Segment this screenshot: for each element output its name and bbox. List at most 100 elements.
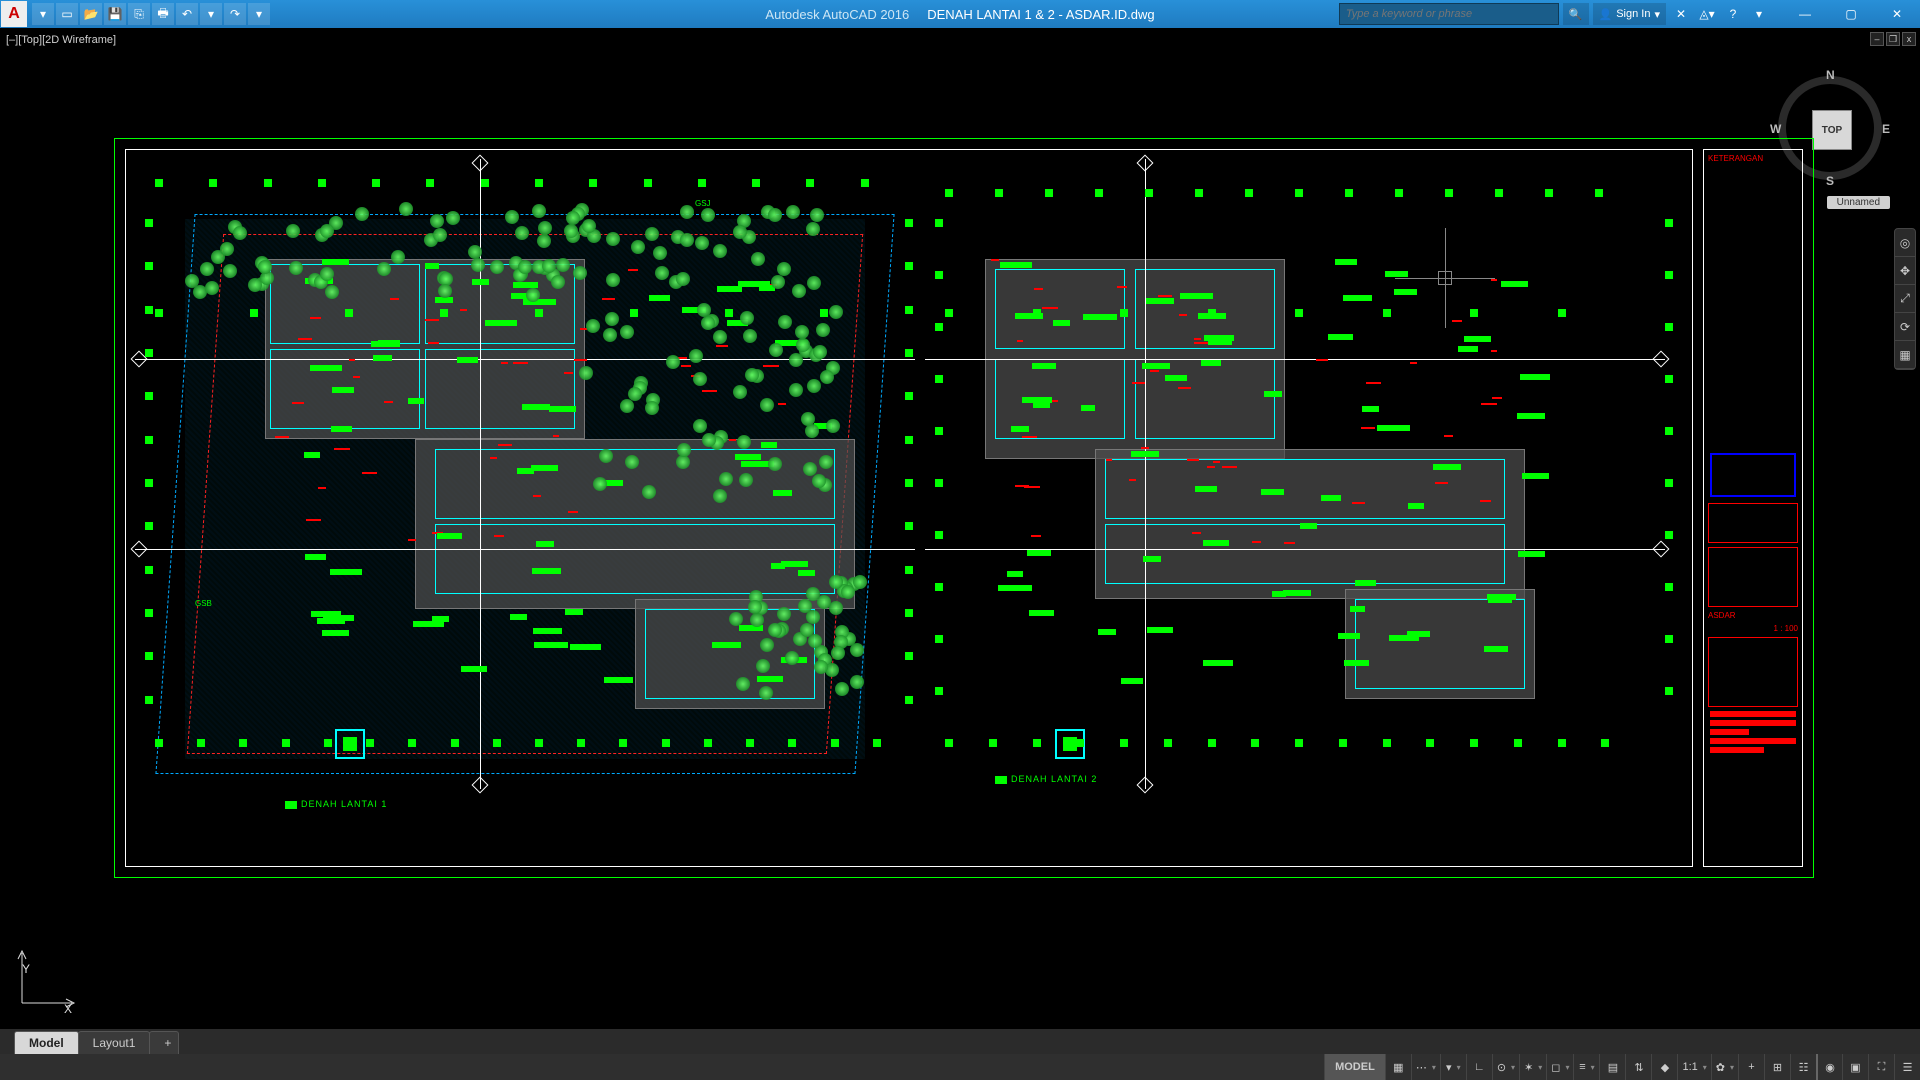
viewcube-south[interactable]: S <box>1826 174 1834 188</box>
furn-mark <box>408 398 424 404</box>
clean-screen-icon[interactable]: ⛶ <box>1868 1054 1894 1080</box>
status-model-button[interactable]: MODEL <box>1324 1054 1385 1080</box>
snap-mode-icon[interactable]: ⋯ <box>1411 1054 1440 1080</box>
dot-mark <box>1595 189 1603 197</box>
selection-cycling-icon[interactable]: ⇅ <box>1625 1054 1651 1080</box>
save-icon[interactable]: 💾 <box>104 3 126 25</box>
menu-dropdown-button[interactable]: ▾ <box>32 3 54 25</box>
red-mark <box>1031 535 1042 537</box>
red-mark <box>763 365 779 367</box>
ortho-icon[interactable]: ∟ <box>1466 1054 1492 1080</box>
tree-mark <box>579 366 593 380</box>
ortho-restrict-icon[interactable]: ▾ <box>1440 1054 1466 1080</box>
red-mark <box>681 365 692 367</box>
new-icon[interactable]: ▭ <box>56 3 78 25</box>
tab-model[interactable]: Model <box>14 1031 79 1054</box>
units-icon[interactable]: ⊞ <box>1764 1054 1790 1080</box>
dot-mark <box>145 392 153 400</box>
showmotion-icon[interactable]: ▦ <box>1895 341 1915 369</box>
saveas-icon[interactable]: ⎘ <box>128 3 150 25</box>
annotation-monitor-icon[interactable]: + <box>1738 1054 1764 1080</box>
transparency-icon[interactable]: ▤ <box>1599 1054 1625 1080</box>
red-mark <box>1492 397 1502 399</box>
open-icon[interactable]: 📂 <box>80 3 102 25</box>
furn-mark <box>549 406 575 412</box>
dot-mark <box>426 179 434 187</box>
zoom-extents-icon[interactable]: ⤢ <box>1895 285 1915 313</box>
lineweight-icon[interactable]: ≡ <box>1573 1054 1599 1080</box>
pan-icon[interactable]: ✥ <box>1895 257 1915 285</box>
status-bar: MODEL ▦ ⋯ ▾ ∟ ⊙ ✶ ◻ ≡ ▤ ⇅ ◆ 1:1 ✿ + ⊞ ☷ … <box>0 1054 1920 1080</box>
tab-add-button[interactable]: + <box>149 1031 179 1054</box>
tree-mark <box>729 612 743 626</box>
search-button[interactable]: 🔍 <box>1563 3 1589 25</box>
help-icon[interactable]: ? <box>1722 3 1744 25</box>
furn-mark <box>317 618 345 624</box>
red-mark <box>1117 286 1127 288</box>
furn-mark <box>1520 374 1551 380</box>
red-mark <box>729 439 736 441</box>
room-wall <box>270 264 420 344</box>
viewcube-east[interactable]: E <box>1882 122 1890 136</box>
furn-mark <box>1488 597 1513 603</box>
furn-mark <box>1433 464 1461 470</box>
red-mark <box>428 342 439 344</box>
autodesk360-icon[interactable]: ◬▾ <box>1696 3 1718 25</box>
redo-dropdown-icon[interactable]: ▾ <box>248 3 270 25</box>
furn-mark <box>304 452 320 458</box>
ucs-name-tag[interactable]: Unnamed <box>1827 196 1890 209</box>
viewport-controls-label[interactable]: [–][Top][2D Wireframe] <box>6 34 116 46</box>
sign-in-button[interactable]: 👤 Sign In ▾ <box>1593 3 1666 25</box>
exchange-apps-icon[interactable]: ✕ <box>1670 3 1692 25</box>
minimize-button[interactable]: — <box>1782 0 1828 28</box>
furn-mark <box>1146 298 1174 304</box>
red-mark <box>1194 338 1201 340</box>
redo-icon[interactable]: ↷ <box>224 3 246 25</box>
steering-wheel-icon[interactable]: ◎ <box>1895 229 1915 257</box>
search-input[interactable] <box>1339 3 1559 25</box>
3dosnap-icon[interactable]: ◆ <box>1651 1054 1677 1080</box>
isolate-objects-icon[interactable]: ▣ <box>1842 1054 1868 1080</box>
dot-mark <box>1665 219 1673 227</box>
dot-mark <box>905 609 913 617</box>
undo-dropdown-icon[interactable]: ▾ <box>200 3 222 25</box>
tab-layout1[interactable]: Layout1 <box>78 1031 151 1054</box>
tree-mark <box>850 643 864 657</box>
hardware-accel-icon[interactable]: ◉ <box>1816 1054 1842 1080</box>
doc-minimize-button[interactable]: – <box>1870 32 1884 46</box>
red-mark <box>494 535 504 537</box>
close-button[interactable]: ✕ <box>1874 0 1920 28</box>
isodraft-icon[interactable]: ✶ <box>1519 1054 1546 1080</box>
furn-mark <box>712 642 741 648</box>
undo-icon[interactable]: ↶ <box>176 3 198 25</box>
red-mark <box>1192 532 1201 534</box>
viewcube-north[interactable]: N <box>1826 68 1835 82</box>
furn-mark <box>534 642 568 648</box>
workspace-switch-icon[interactable]: ✿ <box>1711 1054 1738 1080</box>
grid-display-icon[interactable]: ▦ <box>1385 1054 1411 1080</box>
doc-close-button[interactable]: x <box>1902 32 1916 46</box>
dot-mark <box>155 309 163 317</box>
drawing-viewport[interactable]: [–][Top][2D Wireframe] – ❐ x N S E W TOP… <box>0 28 1920 1028</box>
viewcube-west[interactable]: W <box>1770 122 1781 136</box>
help-dropdown-icon[interactable]: ▾ <box>1748 3 1770 25</box>
dot-mark <box>209 179 217 187</box>
ucs-icon[interactable]: Y X <box>12 943 82 1016</box>
tree-mark <box>701 316 715 330</box>
maximize-button[interactable]: ▢ <box>1828 0 1874 28</box>
annotation-scale-button[interactable]: 1:1 <box>1677 1054 1710 1080</box>
app-logo[interactable]: A <box>1 1 27 27</box>
viewcube-top-face[interactable]: TOP <box>1812 110 1852 150</box>
plot-icon[interactable]: 🖶 <box>152 3 174 25</box>
polar-tracking-icon[interactable]: ⊙ <box>1492 1054 1519 1080</box>
tree-mark <box>768 457 782 471</box>
osnap-icon[interactable]: ◻ <box>1546 1054 1573 1080</box>
tree-mark <box>785 651 799 665</box>
tree-mark <box>853 575 867 589</box>
quick-properties-icon[interactable]: ☷ <box>1790 1054 1816 1080</box>
orbit-icon[interactable]: ⟳ <box>1895 313 1915 341</box>
doc-restore-button[interactable]: ❐ <box>1886 32 1900 46</box>
red-mark <box>1444 435 1453 437</box>
customization-icon[interactable]: ☰ <box>1894 1054 1920 1080</box>
dot-mark <box>145 566 153 574</box>
